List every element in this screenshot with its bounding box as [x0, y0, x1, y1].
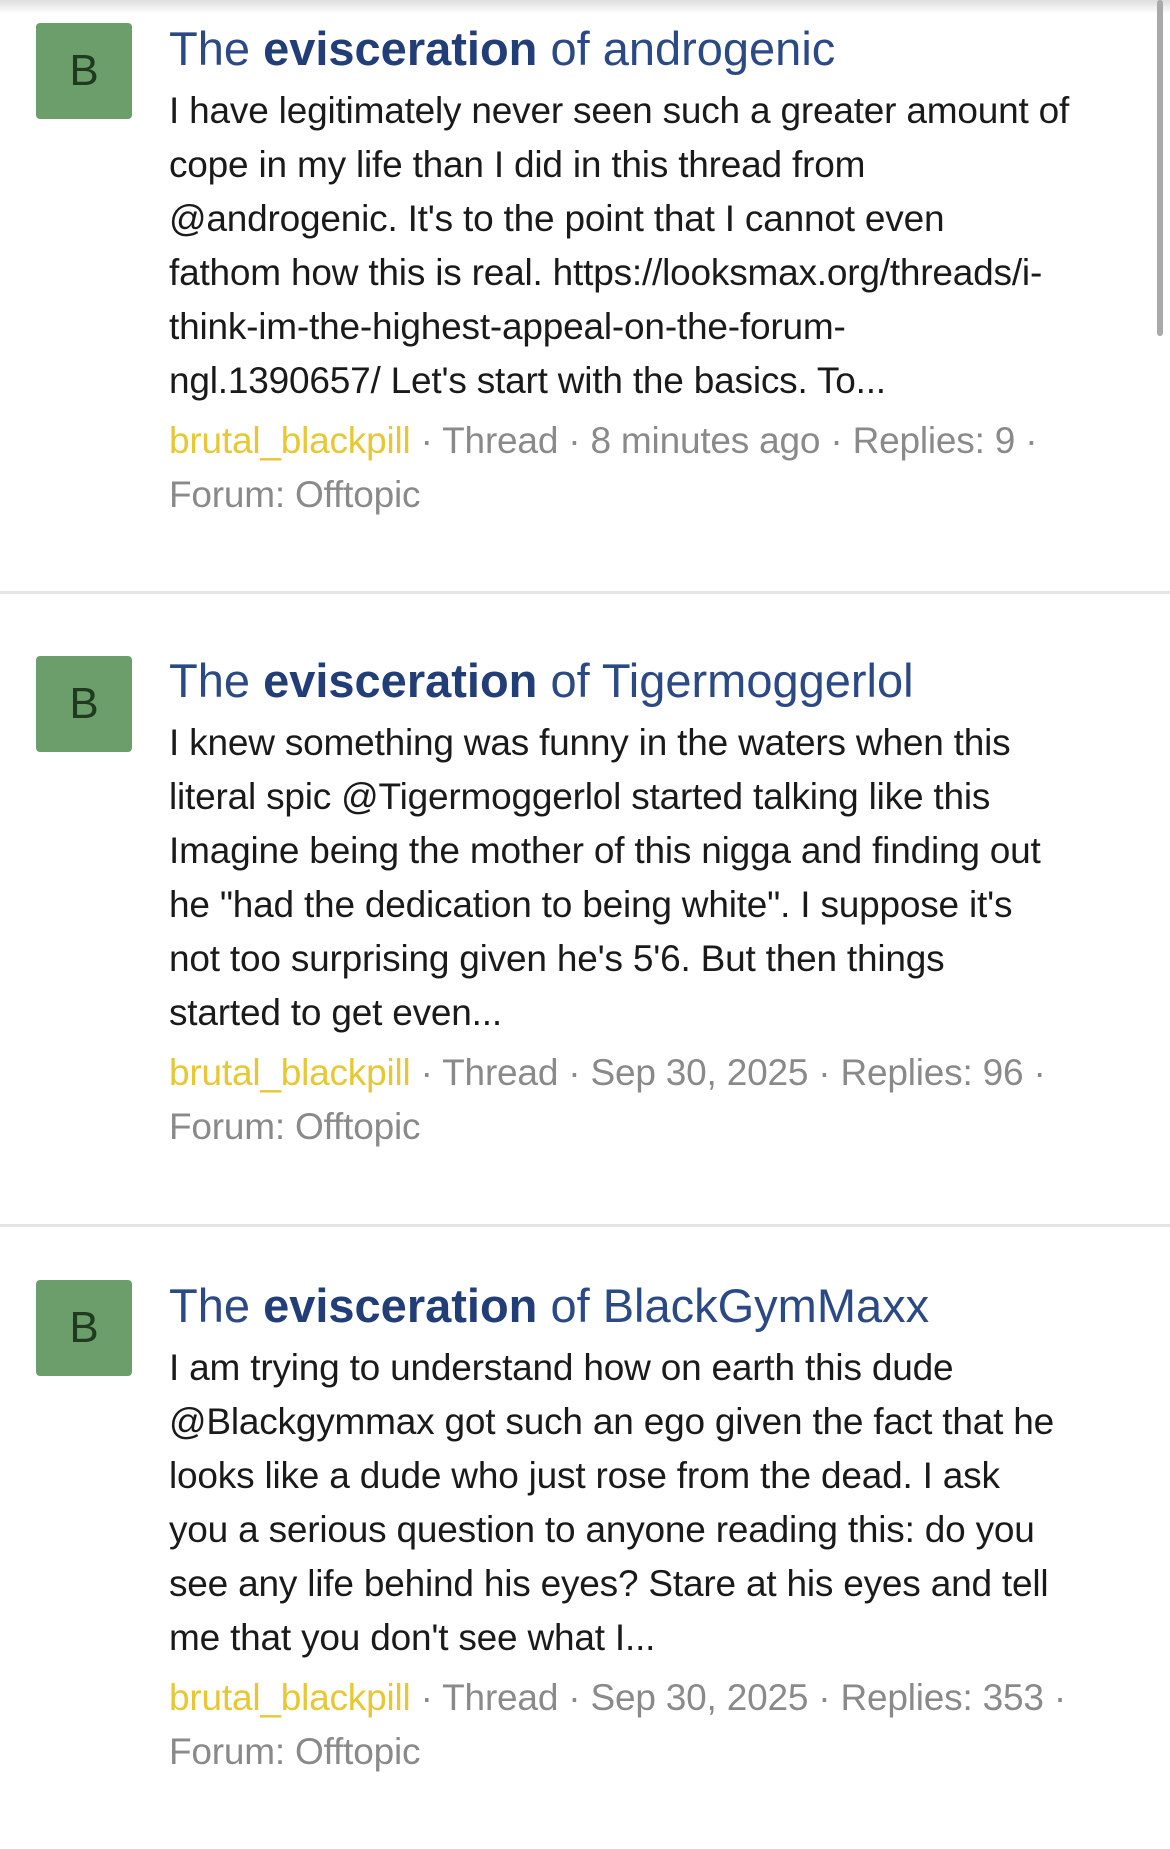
search-result: B The evisceration of Tigermoggerlol I k…	[0, 594, 1170, 1227]
snippet-line: see any life behind his eyes? Stare at h…	[169, 1563, 1049, 1604]
snippet-line: not too surprising given he's 5'6. But t…	[169, 938, 945, 979]
avatar[interactable]: B	[36, 23, 132, 119]
result-content: The evisceration of Tigermoggerlol I kne…	[169, 650, 1139, 1154]
scrollbar-thumb[interactable]	[1157, 0, 1163, 336]
meta-details: · Thread · 8 minutes ago · Replies: 9 ·	[410, 420, 1038, 461]
title-highlight: evisceration	[263, 1279, 538, 1332]
title-highlight: evisceration	[263, 22, 538, 75]
title-highlight: evisceration	[263, 654, 538, 707]
top-shadow	[0, 0, 1170, 14]
avatar[interactable]: B	[36, 656, 132, 752]
title-suffix: of androgenic	[550, 22, 836, 75]
snippet-line: I have legitimately never seen such a gr…	[169, 90, 1070, 131]
result-meta: brutal_blackpill · Thread · 8 minutes ag…	[169, 414, 1139, 522]
forum-link[interactable]: Forum: Offtopic	[169, 1100, 1139, 1154]
result-snippet: I knew something was funny in the waters…	[169, 716, 1139, 1040]
result-title-link[interactable]: The evisceration of BlackGymMaxx	[169, 1275, 1139, 1337]
result-content: The evisceration of BlackGymMaxx I am tr…	[169, 1275, 1139, 1779]
snippet-line: I knew something was funny in the waters…	[169, 722, 1011, 763]
snippet-line: Imagine being the mother of this nigga a…	[169, 830, 1041, 871]
title-suffix: of BlackGymMaxx	[550, 1279, 930, 1332]
author-link[interactable]: brutal_blackpill	[169, 1677, 411, 1718]
forum-link[interactable]: Forum: Offtopic	[169, 468, 1139, 522]
title-prefix: The	[169, 1279, 250, 1332]
result-title-link[interactable]: The evisceration of Tigermoggerlol	[169, 650, 1139, 712]
avatar[interactable]: B	[36, 1280, 132, 1376]
search-result: B The evisceration of BlackGymMaxx I am …	[0, 1227, 1170, 1849]
result-meta: brutal_blackpill · Thread · Sep 30, 2025…	[169, 1046, 1139, 1154]
meta-line: brutal_blackpill · Thread · Sep 30, 2025…	[169, 1671, 1139, 1725]
result-title-link[interactable]: The evisceration of androgenic	[169, 18, 1139, 80]
author-link[interactable]: brutal_blackpill	[169, 1052, 411, 1093]
snippet-line: I am trying to understand how on earth t…	[169, 1347, 954, 1388]
result-meta: brutal_blackpill · Thread · Sep 30, 2025…	[169, 1671, 1139, 1779]
author-link[interactable]: brutal_blackpill	[169, 420, 411, 461]
result-snippet: I am trying to understand how on earth t…	[169, 1341, 1139, 1665]
snippet-line: me that you don't see what I...	[169, 1617, 656, 1658]
result-content: The evisceration of androgenic I have le…	[169, 18, 1139, 522]
meta-line: brutal_blackpill · Thread · Sep 30, 2025…	[169, 1046, 1139, 1100]
title-suffix: of Tigermoggerlol	[550, 654, 914, 707]
snippet-line: literal spic @Tigermoggerlol started tal…	[169, 776, 991, 817]
snippet-line: @androgenic. It's to the point that I ca…	[169, 198, 945, 239]
snippet-line: you a serious question to anyone reading…	[169, 1509, 1035, 1550]
result-snippet: I have legitimately never seen such a gr…	[169, 84, 1139, 408]
search-result: B The evisceration of androgenic I have …	[0, 0, 1170, 594]
search-results-list: B The evisceration of androgenic I have …	[0, 0, 1170, 1849]
title-prefix: The	[169, 22, 250, 75]
snippet-line: @Blackgymmax got such an ego given the f…	[169, 1401, 1055, 1442]
title-prefix: The	[169, 654, 250, 707]
snippet-line: started to get even...	[169, 992, 502, 1033]
snippet-line: think-im-the-highest-appeal-on-the-forum…	[169, 306, 846, 347]
meta-details: · Thread · Sep 30, 2025 · Replies: 96 ·	[410, 1052, 1046, 1093]
snippet-line: fathom how this is real. https://looksma…	[169, 252, 1043, 293]
snippet-line: he "had the dedication to being white". …	[169, 884, 1013, 925]
snippet-line: looks like a dude who just rose from the…	[169, 1455, 1000, 1496]
meta-details: · Thread · Sep 30, 2025 · Replies: 353 ·	[410, 1677, 1067, 1718]
meta-line: brutal_blackpill · Thread · 8 minutes ag…	[169, 414, 1139, 468]
snippet-line: ngl.1390657/ Let's start with the basics…	[169, 360, 886, 401]
snippet-line: cope in my life than I did in this threa…	[169, 144, 866, 185]
forum-link[interactable]: Forum: Offtopic	[169, 1725, 1139, 1779]
